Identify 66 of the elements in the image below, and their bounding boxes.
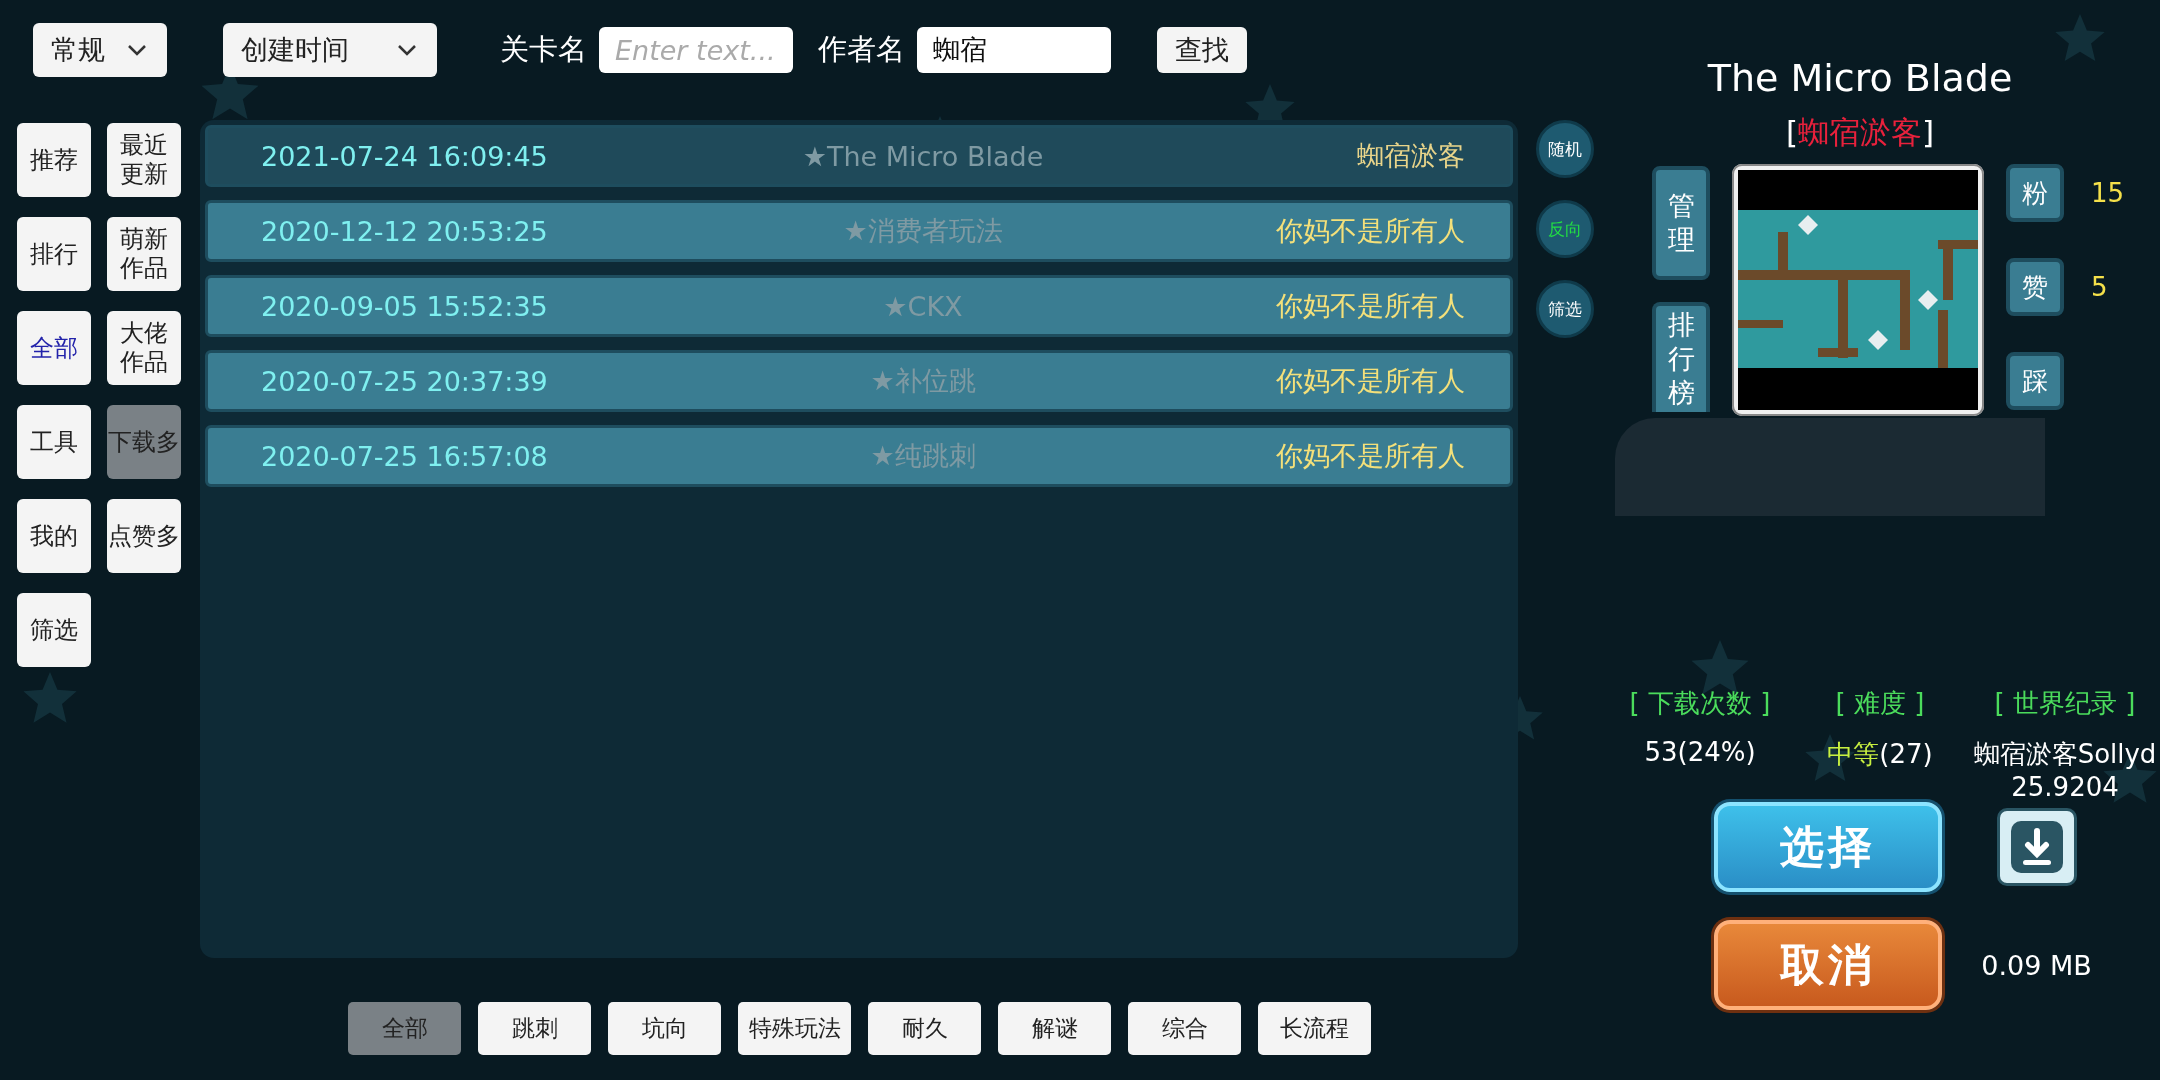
sidebar-button[interactable]: 工具: [17, 405, 91, 479]
sidebar-button[interactable]: 萌新作品: [107, 217, 181, 291]
download-count: 53(24%): [1644, 737, 1756, 767]
created-time: 2020-12-12 20:53:25: [261, 215, 549, 247]
category-tab[interactable]: 长流程: [1258, 1002, 1371, 1055]
created-time: 2020-07-25 20:37:39: [261, 365, 549, 397]
round-button[interactable]: 反向: [1536, 200, 1594, 258]
level-author: 你妈不是所有人: [1275, 364, 1465, 398]
sidebar-button[interactable]: 筛选: [17, 593, 91, 667]
level-author: 蜘宿淤客: [1356, 139, 1465, 173]
sidebar-button[interactable]: 推荐: [17, 123, 91, 197]
created-time: 2020-09-05 15:52:35: [261, 290, 549, 322]
round-button[interactable]: 随机: [1536, 120, 1594, 178]
author-line: [蜘宿淤客]: [1785, 113, 1935, 152]
category-tab[interactable]: 综合: [1128, 1002, 1241, 1055]
sidebar-button[interactable]: 大佬作品: [107, 311, 181, 385]
level-title: ★补位跳: [869, 364, 977, 398]
level-row[interactable]: 2021-07-24 16:09:45 ★The Micro Blade 蜘宿淤客: [205, 125, 1513, 187]
stat-label: [ 难度 ]: [1835, 687, 1925, 720]
category-tab[interactable]: 特殊玩法: [738, 1002, 851, 1055]
author-field[interactable]: 蜘宿: [917, 27, 1111, 73]
level-title: ★消费者玩法: [842, 214, 1004, 248]
level-title: ★纯跳刺: [869, 439, 977, 473]
category-tab[interactable]: 坑向: [608, 1002, 721, 1055]
round-button[interactable]: 筛选: [1536, 280, 1594, 338]
level-author: 你妈不是所有人: [1275, 439, 1465, 473]
sort-dropdown[interactable]: 创建时间: [223, 23, 437, 77]
level-title-heading: The Micro Blade: [1707, 56, 2013, 100]
level-author: 你妈不是所有人: [1275, 289, 1465, 323]
category-dropdown[interactable]: 常规: [33, 23, 167, 77]
rating-button[interactable]: 粉: [2006, 164, 2064, 222]
level-name-field[interactable]: Enter text...: [599, 27, 793, 73]
created-time: 2021-07-24 16:09:45: [261, 140, 549, 172]
side-action-button[interactable]: 排行榜: [1652, 302, 1710, 412]
chevron-down-icon: [127, 44, 147, 56]
category-tab[interactable]: 耐久: [868, 1002, 981, 1055]
side-action-button[interactable]: 管理: [1652, 166, 1710, 280]
level-title: ★The Micro Blade: [801, 140, 1045, 172]
category-tab[interactable]: 解谜: [998, 1002, 1111, 1055]
rating-count: 15: [2091, 178, 2125, 208]
sidebar-button[interactable]: 下载多: [107, 405, 181, 479]
sidebar-button[interactable]: 点赞多: [107, 499, 181, 573]
chevron-down-icon: [397, 44, 417, 56]
rating-button[interactable]: 踩: [2006, 352, 2064, 410]
rating-count: 5: [2091, 272, 2108, 302]
sidebar-button[interactable]: 我的: [17, 499, 91, 573]
record-holder: 蜘宿淤客Sollyd: [1973, 738, 2157, 771]
record-time: 25.9204: [2011, 772, 2119, 802]
search-button[interactable]: 查找: [1157, 27, 1247, 73]
level-name-label: 关卡名: [500, 31, 587, 68]
difficulty-value: 中等(27): [1827, 738, 1933, 771]
category-tab[interactable]: 全部: [348, 1002, 461, 1055]
sidebar-button[interactable]: 最近更新: [107, 123, 181, 197]
rating-button[interactable]: 赞: [2006, 258, 2064, 316]
level-author: 你妈不是所有人: [1275, 214, 1465, 248]
download-button[interactable]: [1996, 808, 2077, 886]
created-time: 2020-07-25 16:57:08: [261, 440, 549, 472]
level-title: ★CKX: [882, 290, 964, 322]
stat-label: [ 下载次数 ]: [1629, 687, 1771, 720]
stat-label: [ 世界纪录 ]: [1994, 687, 2136, 720]
sidebar-button[interactable]: 排行: [17, 217, 91, 291]
file-size: 0.09 MB: [1981, 949, 2092, 981]
download-icon: [2008, 819, 2065, 875]
sidebar-button[interactable]: 全部: [17, 311, 91, 385]
category-tab[interactable]: 跳刺: [478, 1002, 591, 1055]
author-label: 作者名: [818, 31, 905, 68]
